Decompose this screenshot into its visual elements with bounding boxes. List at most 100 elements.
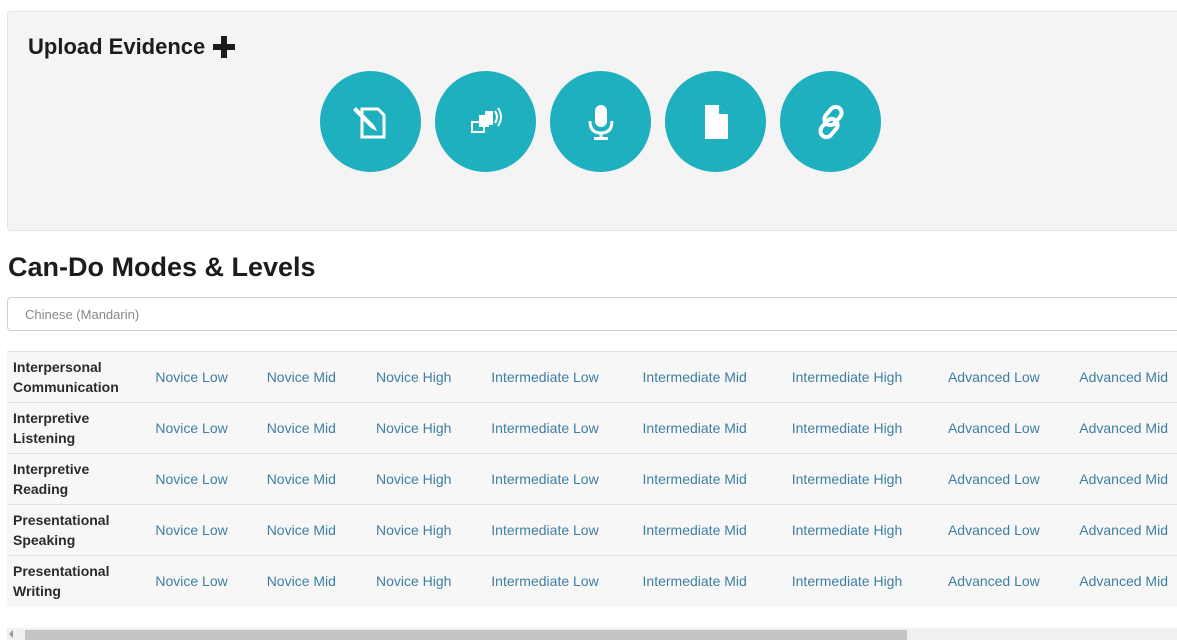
level-link[interactable]: Novice Mid xyxy=(267,369,336,385)
level-cell: Novice High xyxy=(376,352,491,403)
upload-evidence-panel: Upload Evidence xyxy=(7,11,1177,231)
level-link[interactable]: Intermediate Low xyxy=(491,471,598,487)
level-cell: Intermediate High xyxy=(792,454,948,505)
upload-link-button[interactable] xyxy=(780,71,881,172)
level-link[interactable]: Advanced Mid xyxy=(1079,420,1168,436)
level-link[interactable]: Advanced Mid xyxy=(1079,369,1168,385)
table-row: Interpretive Listening Novice Low Novice Mi… xyxy=(7,402,1177,454)
level-cell: Intermediate Low xyxy=(491,403,642,454)
level-link[interactable]: Novice Low xyxy=(155,522,227,538)
level-link[interactable]: Advanced Mid xyxy=(1079,471,1168,487)
mode-label-line2: Listening xyxy=(13,430,76,446)
level-cell: Advanced Mid xyxy=(1079,454,1177,505)
level-link[interactable]: Advanced Mid xyxy=(1079,573,1168,589)
level-link[interactable]: Intermediate High xyxy=(792,573,903,589)
level-link[interactable]: Novice High xyxy=(376,420,451,436)
mode-cell: Presentational Writing xyxy=(7,556,155,607)
level-link[interactable]: Intermediate Mid xyxy=(643,420,747,436)
level-link[interactable]: Novice Mid xyxy=(267,471,336,487)
level-cell: Novice High xyxy=(376,403,491,454)
media-icon xyxy=(470,106,502,133)
mode-cell: Interpretive Listening xyxy=(7,403,155,454)
level-cell: Novice Low xyxy=(155,403,266,454)
level-link[interactable]: Novice High xyxy=(376,573,451,589)
level-cell: Advanced Low xyxy=(948,454,1079,505)
horizontal-scrollbar[interactable] xyxy=(7,628,1177,640)
level-link[interactable]: Advanced Mid xyxy=(1079,522,1168,538)
upload-text-button[interactable] xyxy=(320,71,421,172)
mode-label-line2: Reading xyxy=(13,481,69,497)
level-link[interactable]: Novice Mid xyxy=(267,420,336,436)
level-link[interactable]: Intermediate Mid xyxy=(643,471,747,487)
level-link[interactable]: Novice Low xyxy=(155,420,227,436)
level-link[interactable]: Novice Mid xyxy=(267,522,336,538)
level-cell: Novice High xyxy=(376,454,491,505)
mode-label-line2: Communication xyxy=(13,379,119,395)
language-select[interactable]: Chinese (Mandarin) xyxy=(7,297,1177,331)
level-link[interactable]: Intermediate High xyxy=(792,369,903,385)
level-cell: Novice Mid xyxy=(267,403,376,454)
cando-section-title: Can-Do Modes & Levels xyxy=(8,252,316,282)
level-cell: Novice Mid xyxy=(267,505,376,556)
level-link[interactable]: Intermediate High xyxy=(792,420,903,436)
level-cell: Intermediate High xyxy=(792,556,948,607)
level-link[interactable]: Intermediate Low xyxy=(491,420,598,436)
level-link[interactable]: Intermediate High xyxy=(792,471,903,487)
level-link[interactable]: Intermediate Mid xyxy=(643,573,747,589)
mode-label-line1: Presentational xyxy=(13,563,110,580)
plus-icon[interactable] xyxy=(213,36,236,58)
scroll-left-arrow-icon[interactable] xyxy=(9,630,13,638)
level-cell: Intermediate Mid xyxy=(643,556,792,607)
level-link[interactable]: Novice High xyxy=(376,369,451,385)
level-link[interactable]: Advanced Low xyxy=(948,471,1040,487)
level-link[interactable]: Advanced Low xyxy=(948,573,1040,589)
level-cell: Intermediate Low xyxy=(491,505,642,556)
level-link[interactable]: Intermediate Low xyxy=(491,369,598,385)
level-link[interactable]: Novice Low xyxy=(155,471,227,487)
level-link[interactable]: Intermediate Low xyxy=(491,573,598,589)
level-cell: Advanced Low xyxy=(948,505,1079,556)
level-cell: Novice Low xyxy=(155,556,266,607)
level-cell: Novice Low xyxy=(155,352,266,403)
scroll-thumb[interactable] xyxy=(25,630,907,640)
level-cell: Intermediate High xyxy=(792,403,948,454)
level-cell: Intermediate Mid xyxy=(643,403,792,454)
level-cell: Advanced Mid xyxy=(1079,403,1177,454)
level-cell: Novice Low xyxy=(155,454,266,505)
upload-media-button[interactable] xyxy=(435,71,536,172)
upload-evidence-heading[interactable]: Upload Evidence xyxy=(28,34,236,60)
level-cell: Advanced Low xyxy=(948,352,1079,403)
level-link[interactable]: Novice Mid xyxy=(267,573,336,589)
level-cell: Novice Mid xyxy=(267,352,376,403)
page: Upload Evidence Can-Do Modes & Levels Ch… xyxy=(0,0,1177,640)
upload-evidence-title: Upload Evidence xyxy=(28,34,206,59)
level-link[interactable]: Novice Low xyxy=(155,369,227,385)
level-link[interactable]: Intermediate High xyxy=(792,522,903,538)
mode-label-line1: Presentational xyxy=(13,512,110,528)
level-cell: Novice Mid xyxy=(267,556,376,607)
file-icon xyxy=(704,104,728,139)
level-link[interactable]: Novice High xyxy=(376,471,451,487)
level-link[interactable]: Intermediate Mid xyxy=(643,522,747,538)
level-link[interactable]: Advanced Low xyxy=(948,420,1040,436)
level-link[interactable]: Novice Low xyxy=(155,573,227,589)
level-link[interactable]: Novice High xyxy=(376,522,451,538)
level-cell: Intermediate Low xyxy=(491,352,642,403)
table-row: Presentational Writing Novice Low Novice Mi… xyxy=(7,555,1177,607)
level-cell: Novice Mid xyxy=(267,454,376,505)
level-link[interactable]: Advanced Low xyxy=(948,369,1040,385)
table-row: Interpersonal Communication Novice Low Novi… xyxy=(7,351,1177,403)
upload-file-button[interactable] xyxy=(665,71,766,172)
level-cell: Advanced Mid xyxy=(1079,505,1177,556)
upload-buttons xyxy=(320,71,881,172)
level-cell: Intermediate Mid xyxy=(643,454,792,505)
level-cell: Intermediate Mid xyxy=(643,505,792,556)
level-link[interactable]: Intermediate Low xyxy=(491,522,598,538)
level-link[interactable]: Intermediate Mid xyxy=(643,369,747,385)
mode-cell: Presentational Speaking xyxy=(7,505,155,556)
upload-audio-button[interactable] xyxy=(550,71,651,172)
level-cell: Intermediate High xyxy=(792,505,948,556)
level-cell: Intermediate Low xyxy=(491,454,642,505)
level-cell: Advanced Low xyxy=(948,556,1079,607)
level-link[interactable]: Advanced Low xyxy=(948,522,1040,538)
